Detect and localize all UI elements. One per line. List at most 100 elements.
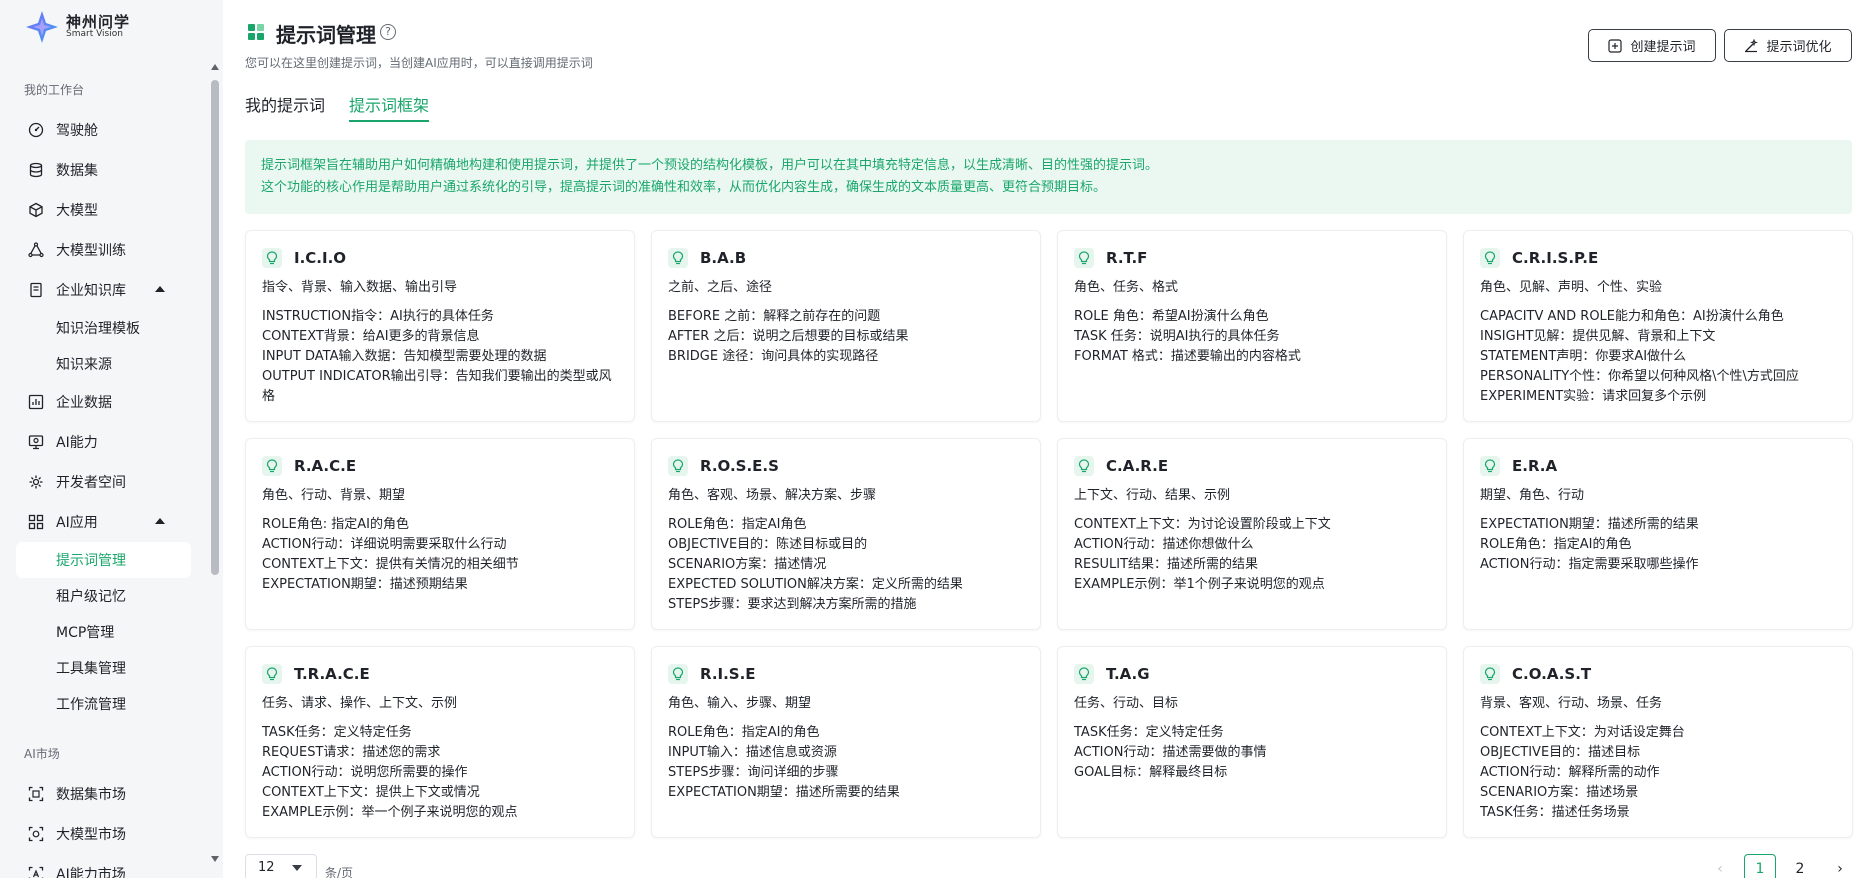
framework-card[interactable]: C.R.I.S.P.E 角色、见解、声明、个性、实验 CAPACITV AND RO… bbox=[1463, 230, 1853, 422]
sidebar-scrollbar[interactable] bbox=[210, 58, 220, 868]
help-icon[interactable]: ? bbox=[380, 24, 396, 40]
card-line: REQUEST请求：描述您的需求 bbox=[262, 745, 441, 760]
sidebar-item-knowledge-base[interactable]: 企业知识库 bbox=[0, 270, 207, 310]
sidebar-item-ai-market[interactable]: AI能力市场 bbox=[0, 854, 207, 878]
magic-wand-icon bbox=[1745, 38, 1759, 52]
card-line: ACTION行动：详细说明需要采取什么行动 bbox=[262, 537, 507, 552]
info-banner: 提示词框架旨在辅助用户如何精确地构建和使用提示词，并提供了一个预设的结构化模板，… bbox=[245, 140, 1852, 214]
sidebar-item-label: AI能力市场 bbox=[56, 867, 126, 878]
card-title: T.A.G bbox=[1106, 665, 1150, 683]
card-line: PERSONALITY个性：你希望以何种风格\个性\方式回应 bbox=[1480, 369, 1799, 384]
framework-card[interactable]: T.A.G 任务、行动、目标 TASK任务：定义特定任务 ACTION行动：描述需要做… bbox=[1057, 646, 1447, 838]
card-tags: 角色、见解、声明、个性、实验 bbox=[1480, 280, 1663, 295]
card-line: ACTION行动：说明您所需要的操作 bbox=[262, 765, 468, 780]
main-content: 提示词管理 ? 您可以在这里创建提示词，当创建AI应用时，可以直接调用提示词 创… bbox=[223, 0, 1872, 878]
framework-card[interactable]: B.A.B 之前、之后、途径 BEFORE 之前：解释之前存在的问题 AFTER 之后… bbox=[651, 230, 1041, 422]
page-size-value: 12 bbox=[258, 860, 275, 875]
card-tags: 背景、客观、行动、场景、任务 bbox=[1480, 696, 1663, 711]
sidebar-subitem-knowledge-source[interactable]: 知识来源 bbox=[0, 346, 207, 382]
brand-name: 神州问学 bbox=[66, 12, 131, 31]
framework-card[interactable]: R.T.F 角色、任务、格式 ROLE 角色：希望AI扮演什么角色 TASK 任务：说… bbox=[1057, 230, 1447, 422]
card-header: C.O.A.S.T bbox=[1480, 663, 1836, 685]
card-header: I.C.I.O bbox=[262, 247, 618, 269]
card-line: TASK 任务：说明AI执行的具体任务 bbox=[1074, 329, 1280, 344]
page-size-select[interactable]: 12 bbox=[245, 854, 317, 878]
card-line: AFTER 之后：说明之后想要的目标或结果 bbox=[668, 329, 909, 344]
card-description: CONTEXT上下文：为对话设定舞台 OBJECTIVE目的：描述目标 ACTION… bbox=[1480, 723, 1836, 823]
sidebar-subitem-workflow[interactable]: 工作流管理 bbox=[0, 686, 207, 722]
lightbulb-icon bbox=[1480, 664, 1500, 684]
optimize-prompt-button[interactable]: 提示词优化 bbox=[1724, 29, 1852, 62]
logo[interactable]: 神州问学 Smart Vision bbox=[24, 8, 130, 46]
info-line: 提示词框架旨在辅助用户如何精确地构建和使用提示词，并提供了一个预设的结构化模板，… bbox=[261, 158, 1159, 173]
ai-ability-icon bbox=[28, 434, 44, 450]
chevron-up-icon[interactable] bbox=[155, 286, 165, 292]
card-header: E.R.A bbox=[1480, 455, 1836, 477]
card-title: T.R.A.C.E bbox=[294, 665, 370, 683]
scroll-up-arrow-icon[interactable] bbox=[211, 64, 219, 70]
tab-prompt-frameworks[interactable]: 提示词框架 bbox=[349, 92, 430, 122]
sidebar-item-datasets[interactable]: 数据集 bbox=[0, 150, 207, 190]
framework-card[interactable]: T.R.A.C.E 任务、请求、操作、上下文、示例 TASK任务：定义特定任务 REQ… bbox=[245, 646, 635, 838]
card-line: BRIDGE 途径：询问具体的实现路径 bbox=[668, 349, 879, 364]
card-line: INPUT输入：描述信息或资源 bbox=[668, 745, 837, 760]
framework-card[interactable]: R.O.S.E.S 角色、客观、场景、解决方案、步骤 ROLE角色：指定AI角色 OB… bbox=[651, 438, 1041, 630]
scrollbar-thumb[interactable] bbox=[211, 80, 219, 575]
sidebar-item-cockpit[interactable]: 驾驶舱 bbox=[0, 110, 207, 150]
card-tags: 任务、行动、目标 bbox=[1074, 696, 1179, 711]
lightbulb-icon bbox=[668, 664, 688, 684]
card-line: TASK任务：描述任务场景 bbox=[1480, 805, 1630, 820]
cube-icon bbox=[28, 202, 44, 218]
page-1-button[interactable]: 1 bbox=[1744, 854, 1776, 878]
sidebar-item-model-market[interactable]: 大模型市场 bbox=[0, 814, 207, 854]
sidebar-item-label: 企业数据 bbox=[56, 395, 112, 411]
card-line: CONTEXT上下文：提供有关情况的相关细节 bbox=[262, 557, 519, 572]
prompt-grid-icon bbox=[248, 24, 264, 40]
card-title: R.I.S.E bbox=[700, 665, 756, 683]
framework-card[interactable]: C.O.A.S.T 背景、客观、行动、场景、任务 CONTEXT上下文：为对话设定舞… bbox=[1463, 646, 1853, 838]
prev-page-button[interactable]: ‹ bbox=[1704, 854, 1736, 878]
card-description: ROLE 角色：希望AI扮演什么角色 TASK 任务：说明AI执行的具体任务 FOR… bbox=[1074, 307, 1430, 367]
sidebar-item-ai-ability[interactable]: AI能力 bbox=[0, 422, 207, 462]
card-description: ROLE角色：指定AI角色 OBJECTIVE目的：陈述目标或目的 SCENARIO… bbox=[668, 515, 1024, 615]
card-title: C.A.R.E bbox=[1106, 457, 1169, 475]
lightbulb-icon bbox=[668, 248, 688, 268]
page-2-button[interactable]: 2 bbox=[1784, 854, 1816, 878]
sidebar-subitem-prompt-management[interactable]: 提示词管理 bbox=[16, 542, 191, 578]
card-line: TASK任务：定义特定任务 bbox=[262, 725, 412, 740]
card-line: ACTION行动：指定需要采取哪些操作 bbox=[1480, 557, 1699, 572]
sidebar-subitem-toolset[interactable]: 工具集管理 bbox=[0, 650, 207, 686]
sidebar-item-enterprise-data[interactable]: 企业数据 bbox=[0, 382, 207, 422]
lightbulb-icon bbox=[262, 456, 282, 476]
card-line: CONTEXT上下文：为讨论设置阶段或上下文 bbox=[1074, 517, 1331, 532]
framework-card[interactable]: C.A.R.E 上下文、行动、结果、示例 CONTEXT上下文：为讨论设置阶段或上下… bbox=[1057, 438, 1447, 630]
framework-card[interactable]: I.C.I.O 指令、背景、输入数据、输出引导 INSTRUCTION指令：AI执行… bbox=[245, 230, 635, 422]
sidebar-item-developer-space[interactable]: 开发者空间 bbox=[0, 462, 207, 502]
sidebar-item-model-training[interactable]: 大模型训练 bbox=[0, 230, 207, 270]
create-prompt-button[interactable]: 创建提示词 bbox=[1588, 29, 1716, 62]
framework-card[interactable]: R.I.S.E 角色、输入、步骤、期望 ROLE角色：指定AI的角色 INPUT输入：… bbox=[651, 646, 1041, 838]
sidebar-item-ai-apps[interactable]: AI应用 bbox=[0, 502, 207, 542]
card-line: INSIGHT见解：提供见解、背景和上下文 bbox=[1480, 329, 1716, 344]
card-header: R.I.S.E bbox=[668, 663, 1024, 685]
sidebar-item-label: AI能力 bbox=[56, 435, 98, 451]
card-line: ROLE 角色：希望AI扮演什么角色 bbox=[1074, 309, 1269, 324]
chevron-up-icon[interactable] bbox=[155, 518, 165, 524]
tab-my-prompts[interactable]: 我的提示词 bbox=[245, 92, 325, 122]
card-header: T.A.G bbox=[1074, 663, 1430, 685]
card-line: INPUT DATA输入数据：告知模型需要处理的数据 bbox=[262, 349, 547, 364]
framework-card[interactable]: E.R.A 期望、角色、行动 EXPECTATION期望：描述所需的结果 ROLE角色… bbox=[1463, 438, 1853, 630]
card-title: R.O.S.E.S bbox=[700, 457, 779, 475]
sidebar-item-dataset-market[interactable]: 数据集市场 bbox=[0, 774, 207, 814]
lightbulb-icon bbox=[1074, 456, 1094, 476]
framework-card[interactable]: R.A.C.E 角色、行动、背景、期望 ROLE角色: 指定AI的角色 ACTION行… bbox=[245, 438, 635, 630]
sidebar-subitem-mcp[interactable]: MCP管理 bbox=[0, 614, 207, 650]
sidebar-item-models[interactable]: 大模型 bbox=[0, 190, 207, 230]
scroll-down-arrow-icon[interactable] bbox=[211, 856, 219, 862]
sidebar-subitem-knowledge-template[interactable]: 知识治理模板 bbox=[0, 310, 207, 346]
sidebar-subitem-tenant-memory[interactable]: 租户级记忆 bbox=[0, 578, 207, 614]
lightbulb-icon bbox=[1074, 664, 1094, 684]
next-page-button[interactable]: › bbox=[1824, 854, 1856, 878]
card-title: C.R.I.S.P.E bbox=[1512, 249, 1599, 267]
card-line: STEPS步骤：询问详细的步骤 bbox=[668, 765, 839, 780]
